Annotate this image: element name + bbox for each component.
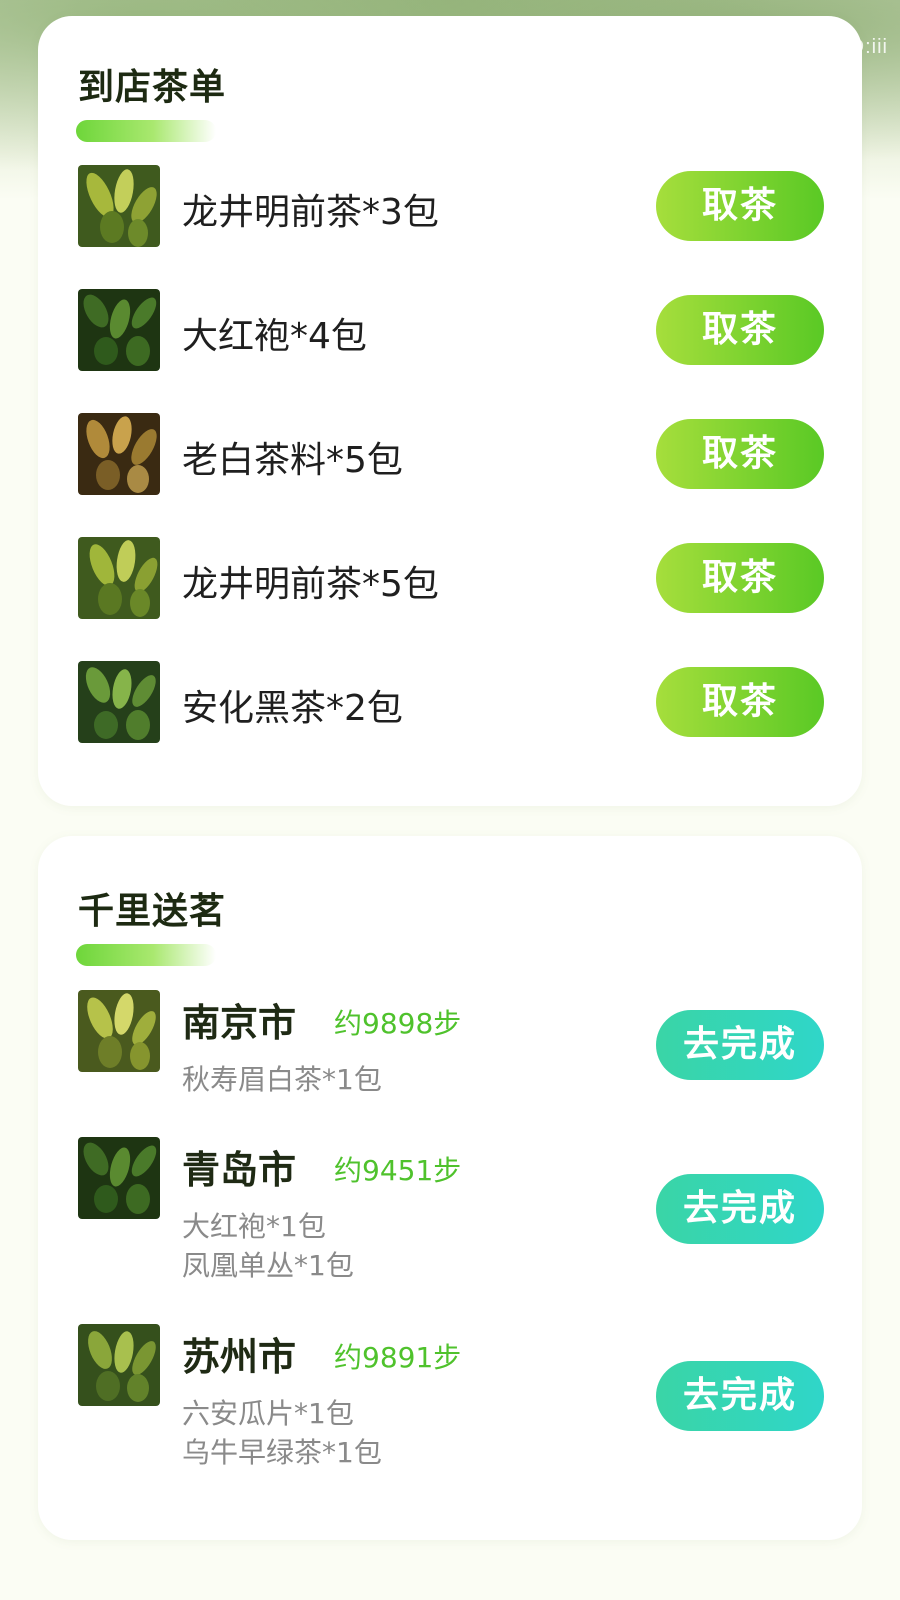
tea-item-name: 龙井明前茶*5包 <box>182 564 439 605</box>
tea-thumbnail <box>78 413 160 495</box>
tea-thumbnail <box>78 990 160 1072</box>
city-name: 青岛市 <box>182 1148 297 1192</box>
tea-thumbnail <box>78 537 160 619</box>
take-tea-button[interactable]: 取茶 <box>656 295 824 365</box>
tea-sublist: 大红袍*1包 凤凰单丛*1包 <box>182 1207 354 1285</box>
tea-subitem: 秋寿眉白茶*1包 <box>182 1063 382 1096</box>
tea-item-row: 老白茶料*5包 取茶 <box>38 409 862 499</box>
steps-count: 约9451步 <box>334 1154 462 1187</box>
tea-thumbnail <box>78 289 160 371</box>
city-name: 南京市 <box>182 1001 297 1045</box>
tea-item-row: 安化黑茶*2包 取茶 <box>38 657 862 747</box>
steps-count: 约9891步 <box>334 1341 462 1374</box>
tea-thumbnail <box>78 1137 160 1219</box>
tea-item-row: 大红袍*4包 取茶 <box>38 285 862 375</box>
section-title-store: 到店茶单 <box>78 67 227 108</box>
tea-item-name: 大红袍*4包 <box>182 316 367 357</box>
tea-item-name: 龙井明前茶*3包 <box>182 192 439 233</box>
tea-thumbnail <box>78 1324 160 1406</box>
tea-item-row: 龙井明前茶*5包 取茶 <box>38 533 862 623</box>
delivery-item-row: 青岛市 约9451步 大红袍*1包 凤凰单丛*1包 去完成 <box>38 1137 862 1287</box>
tea-sublist: 秋寿眉白茶*1包 <box>182 1060 382 1099</box>
tea-subitem: 大红袍*1包 <box>182 1210 326 1243</box>
tea-item-row: 龙井明前茶*3包 取茶 <box>38 161 862 251</box>
complete-button[interactable]: 去完成 <box>656 1361 824 1431</box>
store-tea-list-card: 到店茶单 龙井明前茶*3包 取茶 大红袍*4包 取茶 老白茶料*5包 取茶 龙井… <box>38 16 862 806</box>
complete-button[interactable]: 去完成 <box>656 1174 824 1244</box>
title-underline-bar <box>76 944 216 966</box>
complete-button[interactable]: 去完成 <box>656 1010 824 1080</box>
delivery-item-row: 苏州市 约9891步 六安瓜片*1包 乌牛早绿茶*1包 去完成 <box>38 1324 862 1474</box>
delivery-tea-card: 千里送茗 南京市 约9898步 秋寿眉白茶*1包 去完成 青岛市 约9451步 … <box>38 836 862 1540</box>
take-tea-button[interactable]: 取茶 <box>656 171 824 241</box>
steps-count: 约9898步 <box>334 1007 462 1040</box>
title-underline-bar <box>76 120 216 142</box>
tea-subitem: 凤凰单丛*1包 <box>182 1249 354 1282</box>
section-title-delivery: 千里送茗 <box>78 891 227 932</box>
tea-sublist: 六安瓜片*1包 乌牛早绿茶*1包 <box>182 1394 382 1472</box>
tea-subitem: 乌牛早绿茶*1包 <box>182 1436 382 1469</box>
tea-item-name: 安化黑茶*2包 <box>182 688 403 729</box>
tea-thumbnail <box>78 661 160 743</box>
city-name: 苏州市 <box>182 1335 297 1379</box>
tea-item-name: 老白茶料*5包 <box>182 440 403 481</box>
delivery-item-row: 南京市 约9898步 秋寿眉白茶*1包 去完成 <box>38 990 862 1100</box>
take-tea-button[interactable]: 取茶 <box>656 419 824 489</box>
tea-subitem: 六安瓜片*1包 <box>182 1397 354 1430</box>
take-tea-button[interactable]: 取茶 <box>656 667 824 737</box>
take-tea-button[interactable]: 取茶 <box>656 543 824 613</box>
tea-thumbnail <box>78 165 160 247</box>
